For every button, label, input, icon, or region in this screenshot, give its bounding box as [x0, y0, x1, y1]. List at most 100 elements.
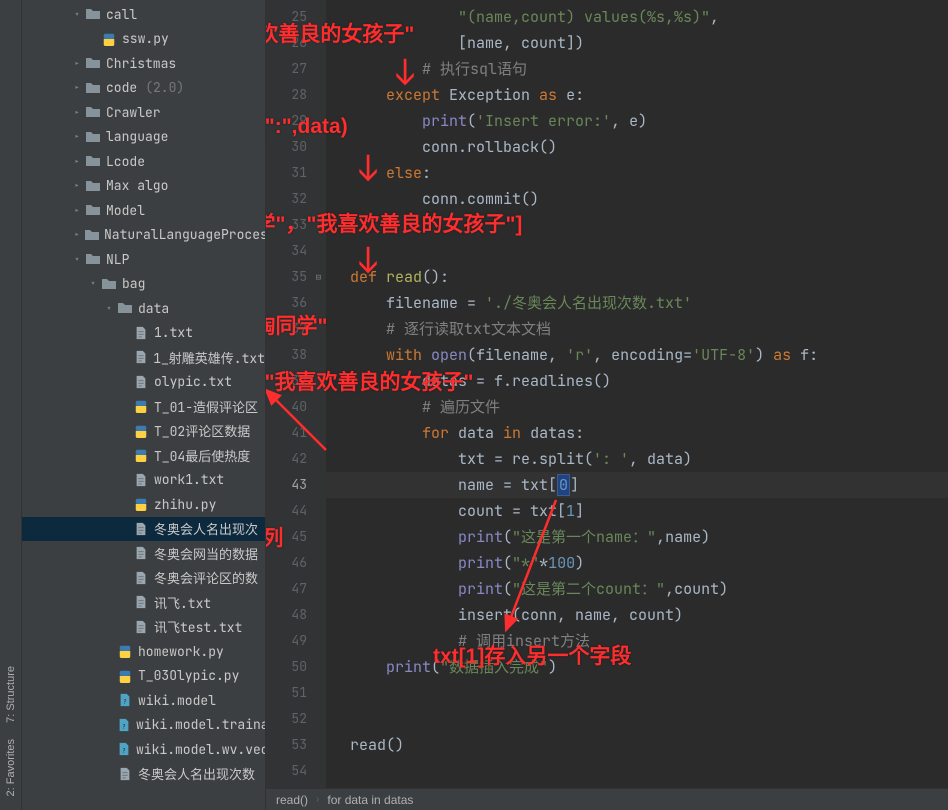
- tree-item[interactable]: ▸?wiki.model.trainab: [22, 713, 265, 738]
- line-number: 44: [266, 498, 307, 524]
- tree-item-label: bag: [122, 275, 145, 292]
- tree-item[interactable]: ▸olypic.txt: [22, 370, 265, 395]
- tree-item-label: olypic.txt: [154, 373, 232, 390]
- python-file-icon: [116, 668, 134, 684]
- tree-item-label: NLP: [106, 251, 129, 268]
- tree-item[interactable]: ▸?wiki.model: [22, 688, 265, 713]
- tree-item-label: 冬奥会网当的数据: [154, 544, 258, 563]
- code-area[interactable]: "(name,count) values(%s,%s)", [name, cou…: [326, 0, 948, 788]
- tree-item[interactable]: ▸冬奥会人名出现次: [22, 517, 265, 542]
- python-file-icon: [132, 398, 150, 414]
- folder-icon: [84, 202, 102, 218]
- python-file-icon: [116, 643, 134, 659]
- chevron-right-icon[interactable]: ▸: [70, 130, 84, 144]
- tree-item-label: language: [106, 128, 168, 145]
- tree-item[interactable]: ▸冬奥会评论区的数: [22, 566, 265, 591]
- tab-structure[interactable]: 7: Structure: [3, 658, 19, 731]
- tree-item[interactable]: ▸1.txt: [22, 321, 265, 346]
- tree-item[interactable]: ▸1_射雕英雄传.txt: [22, 345, 265, 370]
- chevron-down-icon[interactable]: ▾: [70, 7, 84, 21]
- tree-item-label: T_04最后使热度: [154, 446, 250, 465]
- chevron-right-icon[interactable]: ▸: [70, 179, 84, 193]
- tree-item-label: wiki.model.trainab: [136, 716, 266, 733]
- python-file-icon: [132, 423, 150, 439]
- tree-item[interactable]: ▾ bag: [22, 272, 265, 297]
- tree-item-label: zhihu.py: [154, 496, 216, 513]
- tree-item[interactable]: ▸T_04最后使热度: [22, 443, 265, 468]
- tree-item-label: 1_射雕英雄传.txt: [153, 348, 265, 367]
- tree-item[interactable]: ▸讯飞.txt: [22, 590, 265, 615]
- tree-item[interactable]: ▸T_03Olypic.py: [22, 664, 265, 689]
- chevron-down-icon[interactable]: ▾: [70, 252, 84, 266]
- folder-icon: [84, 6, 102, 22]
- line-number: 40: [266, 394, 307, 420]
- breadcrumb[interactable]: read() › for data in datas: [266, 788, 948, 810]
- tree-item[interactable]: ▸T_02评论区数据: [22, 419, 265, 444]
- chevron-right-icon[interactable]: ▸: [70, 56, 84, 70]
- folder-icon: [84, 129, 102, 145]
- tree-item[interactable]: ▸ language: [22, 125, 265, 150]
- tree-item[interactable]: ▾data: [22, 296, 265, 321]
- tree-item-label: Crawler: [106, 104, 161, 121]
- tree-item-label: T_03Olypic.py: [138, 667, 239, 684]
- line-number: 46: [266, 550, 307, 576]
- tree-item[interactable]: ▸T_01-造假评论区: [22, 394, 265, 419]
- line-number: 37: [266, 316, 307, 342]
- chevron-right-icon[interactable]: ▸: [70, 228, 84, 242]
- text-file-icon: [132, 594, 150, 610]
- tree-item[interactable]: ▸NaturalLanguageProcess: [22, 223, 265, 248]
- line-number: 31: [266, 160, 307, 186]
- tree-item[interactable]: ▸ Lcode: [22, 149, 265, 174]
- model-file-icon: ?: [116, 741, 132, 757]
- line-number: 43: [266, 472, 307, 498]
- line-number: 25: [266, 4, 307, 30]
- chevron-down-icon[interactable]: ▾: [86, 277, 100, 291]
- line-number: 39: [266, 368, 307, 394]
- line-number: 47: [266, 576, 307, 602]
- line-number: 42: [266, 446, 307, 472]
- line-number: 29: [266, 108, 307, 134]
- tree-item-label: Christmas: [106, 55, 176, 72]
- model-file-icon: ?: [116, 692, 134, 708]
- tree-item[interactable]: ▸ Christmas: [22, 51, 265, 76]
- chevron-down-icon[interactable]: ▾: [102, 301, 116, 315]
- folder-icon: [84, 227, 100, 243]
- project-tree[interactable]: ▾call▸ssw.py▸Christmas▸code(2.0)▸Crawler…: [22, 0, 266, 810]
- line-number: 35⊟: [266, 264, 307, 290]
- tree-item[interactable]: ▸?wiki.model.wv.vect: [22, 737, 265, 762]
- tree-item[interactable]: ▸Max algo: [22, 174, 265, 199]
- tree-item[interactable]: ▸homework.py: [22, 639, 265, 664]
- tree-item[interactable]: ▸Model: [22, 198, 265, 223]
- python-file-icon: [132, 496, 150, 512]
- tree-item[interactable]: ▸讯飞test.txt: [22, 615, 265, 640]
- line-number: 41: [266, 420, 307, 446]
- folder-icon: [84, 55, 102, 71]
- tab-favorites[interactable]: 2: Favorites: [3, 731, 19, 804]
- tree-item-label: 1.txt: [154, 324, 193, 341]
- tree-item[interactable]: ▸ Crawler: [22, 100, 265, 125]
- tree-item-label: T_02评论区数据: [154, 421, 250, 440]
- tree-item[interactable]: ▸ssw.py: [22, 27, 265, 52]
- chevron-right-icon[interactable]: ▸: [70, 81, 84, 95]
- svg-text:?: ?: [123, 698, 127, 706]
- text-file-icon: [116, 766, 134, 782]
- fold-marker-icon[interactable]: ⊟: [316, 264, 321, 290]
- tree-item-label: 讯飞test.txt: [154, 617, 242, 636]
- breadcrumb-item[interactable]: read(): [276, 793, 308, 807]
- tree-item[interactable]: ▸code(2.0): [22, 76, 265, 101]
- tree-item[interactable]: ▸zhihu.py: [22, 492, 265, 517]
- python-file-icon: [132, 447, 150, 463]
- folder-icon: [84, 104, 102, 120]
- chevron-right-icon[interactable]: ▸: [70, 203, 84, 217]
- tree-item[interactable]: ▸work1.txt: [22, 468, 265, 493]
- tree-item[interactable]: ▸冬奥会网当的数据: [22, 541, 265, 566]
- chevron-right-icon[interactable]: ▸: [70, 154, 84, 168]
- chevron-right-icon[interactable]: ▸: [70, 105, 84, 119]
- tree-item[interactable]: ▾ NLP: [22, 247, 265, 272]
- tree-item[interactable]: ▾call: [22, 2, 265, 27]
- tree-item[interactable]: ▸冬奥会人名出现次数: [22, 762, 265, 787]
- breadcrumb-item[interactable]: for data in datas: [327, 793, 413, 807]
- folder-icon: [84, 178, 102, 194]
- tree-item-label: wiki.model.wv.vect: [136, 741, 266, 758]
- tree-item-label: Lcode: [106, 153, 145, 170]
